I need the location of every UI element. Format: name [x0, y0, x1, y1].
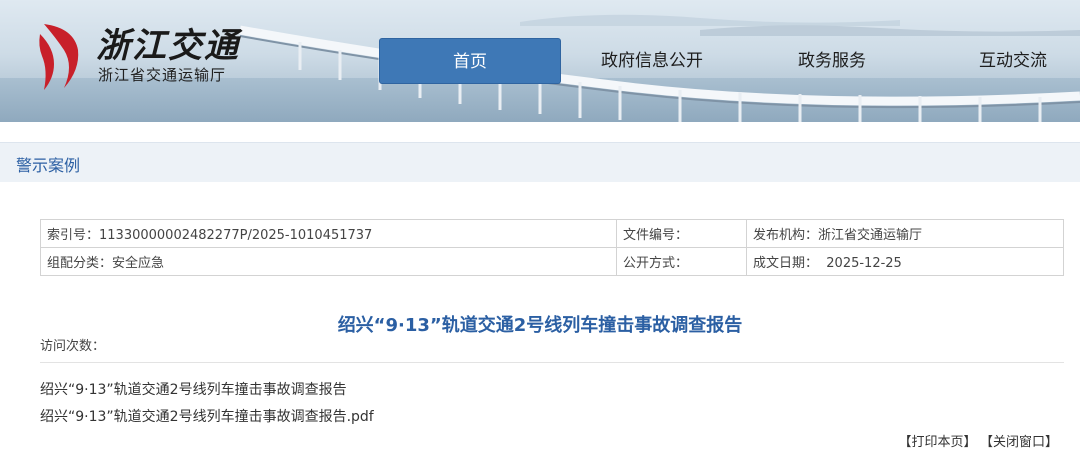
meta-category-cell: 组配分类：安全应急	[40, 247, 617, 276]
content-divider	[40, 362, 1064, 363]
close-window-link[interactable]: 【关闭窗口】	[986, 435, 1058, 450]
meta-doc-no-label: 文件编号：	[623, 228, 689, 243]
meta-date-value: 2025-12-25	[826, 256, 902, 271]
meta-category-value: 安全应急	[112, 256, 165, 271]
document-title: 绍兴“9·13”轨道交通2号线列车撞击事故调查报告	[337, 315, 743, 336]
meta-date-cell: 成文日期： 2025-12-25	[746, 247, 1064, 276]
footer-actions: 【打印本页】 【关闭窗口】	[888, 431, 1058, 450]
print-page-link[interactable]: 【打印本页】	[898, 435, 976, 450]
nav-item-home[interactable]: 首页	[379, 38, 561, 84]
nav-item-services[interactable]: 政务服务	[770, 38, 894, 84]
meta-index-value: 11330000002482277P/2025-1010451737	[99, 228, 373, 243]
site-header: 浙江交通 浙江省交通运输厅 首页 政府信息公开 政务服务 互动交流	[0, 0, 1080, 122]
meta-disclosure-label: 公开方式：	[623, 256, 689, 271]
attachment-pdf-link[interactable]: 绍兴“9·13”轨道交通2号线列车撞击事故调查报告.pdf	[40, 406, 374, 426]
meta-index-label: 索引号：	[47, 228, 100, 243]
attachment-link[interactable]: 绍兴“9·13”轨道交通2号线列车撞击事故调查报告	[40, 379, 347, 399]
meta-publisher-value: 浙江省交通运输厅	[818, 228, 923, 243]
document-meta-table: 索引号：11330000002482277P/2025-1010451737 文…	[40, 219, 1064, 276]
meta-date-label: 成文日期：	[753, 256, 819, 271]
meta-index-cell: 索引号：11330000002482277P/2025-1010451737	[40, 219, 617, 248]
section-title[interactable]: 警示案例	[16, 152, 80, 176]
meta-publisher-cell: 发布机构：浙江省交通运输厅	[746, 219, 1064, 248]
meta-category-label: 组配分类：	[47, 256, 113, 271]
main-nav: 首页 政府信息公开 政务服务 互动交流	[0, 38, 1080, 84]
section-bar: 警示案例	[0, 142, 1080, 182]
visit-count-label: 访问次数：	[40, 339, 106, 354]
meta-disclosure-cell: 公开方式：	[616, 247, 747, 276]
nav-item-gov-info[interactable]: 政府信息公开	[582, 38, 722, 84]
nav-item-interaction[interactable]: 互动交流	[950, 38, 1076, 84]
meta-publisher-label: 发布机构：	[753, 228, 819, 243]
meta-doc-no-cell: 文件编号：	[616, 219, 747, 248]
